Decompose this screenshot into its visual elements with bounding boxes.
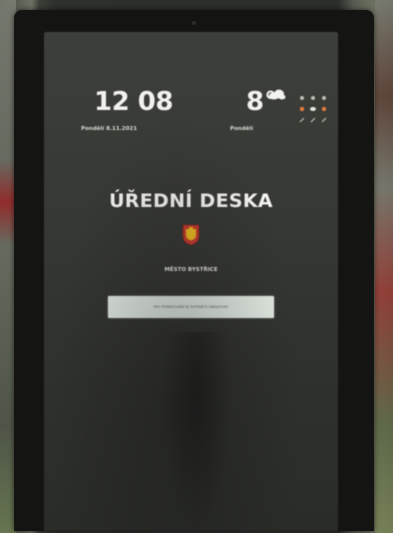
page-title: ÚŘEDNÍ DESKA	[109, 190, 273, 212]
town-crest-icon	[182, 224, 200, 246]
forecast-icons	[299, 96, 327, 123]
camera-icon	[192, 21, 196, 25]
date-label: Pondělí 8.11.2021	[81, 126, 138, 132]
weekday-label: Pondělí	[230, 126, 254, 132]
partly-cloudy-icon	[269, 89, 286, 100]
touch-to-continue-button[interactable]: PRO POKRAČOVÁNÍ SE DOTKNĚTE OBRAZOVKY	[108, 296, 274, 318]
notice-label: PRO POKRAČOVÁNÍ SE DOTKNĚTE OBRAZOVKY	[153, 305, 229, 309]
screen-reflection	[162, 332, 232, 531]
photo-scene: 12 08 Pondělí 8.11.2021 8° Pondělí ÚŘEDN…	[0, 0, 393, 533]
background-right	[375, 0, 393, 533]
town-name: MĚSTO BYSTŘICE	[164, 267, 218, 273]
kiosk-screen[interactable]: 12 08 Pondělí 8.11.2021 8° Pondělí ÚŘEDN…	[44, 32, 338, 531]
clock: 12 08	[94, 87, 173, 117]
